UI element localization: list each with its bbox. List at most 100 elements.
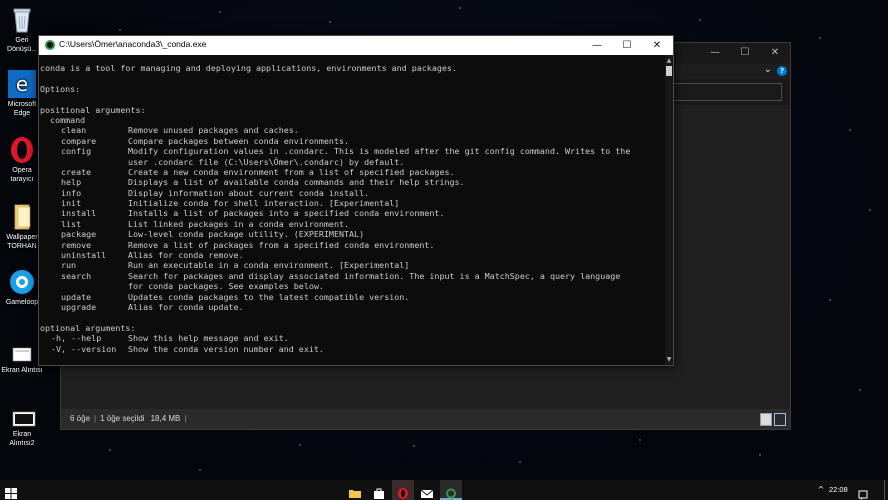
command-name: clean <box>61 125 87 136</box>
taskbar-mail[interactable] <box>416 480 438 500</box>
taskbar-opera[interactable] <box>392 480 414 500</box>
console-close-button[interactable]: ✕ <box>642 36 672 55</box>
command-name: package <box>61 229 97 240</box>
explorer-close-button[interactable]: ✕ <box>760 43 790 63</box>
status-size: 18,4 MB <box>150 414 181 423</box>
command-row: update Updates conda packages to the late… <box>40 292 667 302</box>
scroll-down-arrow-icon[interactable]: ▼ <box>665 355 673 364</box>
command-desc: for conda packages. See examples below. <box>128 281 324 292</box>
command-name: help <box>61 177 82 188</box>
option-row: -V, --version Show the conda version numb… <box>40 344 667 354</box>
opera-icon <box>7 136 37 164</box>
scroll-thumb[interactable] <box>666 66 672 76</box>
conda-app-icon <box>445 484 457 499</box>
scroll-up-arrow-icon[interactable]: ▲ <box>665 56 673 65</box>
large-icons-view-icon[interactable] <box>774 413 786 426</box>
console-titlebar[interactable]: C:\Users\Ömer\anaconda3\_conda.exe — ☐ ✕ <box>39 36 673 55</box>
taskbar-store[interactable] <box>368 480 390 500</box>
command-row: upgrade Alias for conda update. <box>40 302 667 312</box>
command-row: config Modify configuration values in .co… <box>40 146 667 156</box>
taskbar-clock[interactable]: 22:08 <box>829 480 848 500</box>
command-row: clean Remove unused packages and caches. <box>40 125 667 135</box>
command-name: remove <box>61 239 92 250</box>
option-desc: Show the conda version number and exit. <box>128 343 324 354</box>
explorer-maximize-button[interactable]: ☐ <box>730 43 760 63</box>
console-output[interactable]: conda is a tool for managing and deployi… <box>39 55 667 365</box>
command-name: compare <box>61 135 97 146</box>
command-name: search <box>61 270 92 281</box>
recycle-bin-icon <box>7 6 37 34</box>
options-header: Options: <box>40 83 81 94</box>
command-name: uninstall <box>61 250 107 261</box>
command-desc: Modify configuration values in .condarc.… <box>128 146 631 157</box>
command-row: uninstall Alias for conda remove. <box>40 250 667 260</box>
command-name: upgrade <box>61 301 97 312</box>
command-row: package Low-level conda package utility. … <box>40 229 667 239</box>
command-name: create <box>61 166 92 177</box>
command-row: list List linked packages in a conda envi… <box>40 219 667 229</box>
image-file-icon <box>7 408 37 428</box>
optional-header: optional arguments: <box>40 322 136 333</box>
command-row: for conda packages. See examples below. <box>40 281 667 291</box>
option-name: -h, --help <box>51 333 102 344</box>
folder-icon <box>349 484 361 498</box>
image-file-icon <box>7 344 37 364</box>
command-row: run Run an executable in a conda environm… <box>40 260 667 270</box>
help-icon[interactable]: ? <box>777 66 787 76</box>
svg-text:e: e <box>16 72 28 96</box>
command-name: list <box>61 218 82 229</box>
command-row: help Displays a list of available conda c… <box>40 177 667 187</box>
command-row: compare Compare packages between conda en… <box>40 136 667 146</box>
option-row: -h, --help Show this help message and exi… <box>40 333 667 343</box>
command-name: update <box>61 291 92 302</box>
notification-icon[interactable] <box>858 485 868 500</box>
command-desc: Display information about current conda … <box>128 187 370 198</box>
command-row: remove Remove a list of packages from a s… <box>40 240 667 250</box>
command-desc: List linked packages in a conda environm… <box>128 218 350 229</box>
command-name: init <box>61 198 82 209</box>
desktop-icon-label: Ekran Alıntısı <box>1 367 43 374</box>
taskbar-file-explorer[interactable] <box>344 480 366 500</box>
option-name: -V, --version <box>51 343 117 354</box>
command-name: config <box>61 146 92 157</box>
explorer-search-box[interactable] <box>672 83 782 101</box>
desktop-icon-label: Alıntısı2 <box>9 440 35 447</box>
command-desc: Alias for conda update. <box>128 301 244 312</box>
status-selected: 1 öğe seçildi <box>100 414 145 423</box>
command-desc: Low-level conda package utility. (EXPERI… <box>128 229 365 240</box>
edge-icon: e <box>7 70 37 98</box>
details-view-icon[interactable] <box>760 413 772 426</box>
mail-icon <box>420 484 434 498</box>
explorer-status-bar: 6 öğe | 1 öğe seçildi 18,4 MB | <box>61 409 790 429</box>
opera-icon <box>397 484 409 499</box>
command-desc: Remove unused packages and caches. <box>128 125 299 136</box>
command-desc: Search for packages and display associat… <box>128 270 621 281</box>
option-desc: Show this help message and exit. <box>128 333 289 344</box>
tray-chevron-icon[interactable]: ^ <box>816 480 826 500</box>
command-row: search Search for packages and display as… <box>40 271 667 281</box>
command-desc: Updates conda packages to the latest com… <box>128 291 410 302</box>
taskbar: ^ 22:08 <box>0 480 888 500</box>
command-desc: Remove a list of packages from a specifi… <box>128 239 435 250</box>
start-button[interactable] <box>0 480 22 500</box>
gameloop-icon <box>7 268 37 296</box>
show-desktop-button[interactable] <box>884 480 888 500</box>
console-title: C:\Users\Ömer\anaconda3\_conda.exe <box>59 39 207 49</box>
explorer-minimize-button[interactable]: — <box>700 43 730 63</box>
ribbon-expand-chevron-icon[interactable]: ⌄ <box>764 63 772 77</box>
command-desc: Compare packages between conda environme… <box>128 135 350 146</box>
command-desc: Create a new conda environment from a li… <box>128 166 455 177</box>
status-item-count: 6 öğe <box>70 414 91 423</box>
positional-header: positional arguments: <box>40 104 146 115</box>
console-minimize-button[interactable]: — <box>582 36 612 55</box>
intro-line: conda is a tool for managing and deployi… <box>40 63 457 73</box>
command-desc: Run an executable in a conda environment… <box>128 260 410 271</box>
command-desc: Initialize conda for shell interaction. … <box>128 198 400 209</box>
desktop-icon-screenshot2[interactable]: Ekran Alıntısı2 <box>0 408 44 448</box>
command-row: create Create a new conda environment fro… <box>40 167 667 177</box>
conda-console-window[interactable]: C:\Users\Ömer\anaconda3\_conda.exe — ☐ ✕… <box>38 35 674 366</box>
console-scrollbar[interactable]: ▲ ▼ <box>665 55 673 365</box>
console-maximize-button[interactable]: ☐ <box>612 36 642 55</box>
command-label: command <box>40 114 86 125</box>
taskbar-conda-console[interactable] <box>440 480 462 500</box>
